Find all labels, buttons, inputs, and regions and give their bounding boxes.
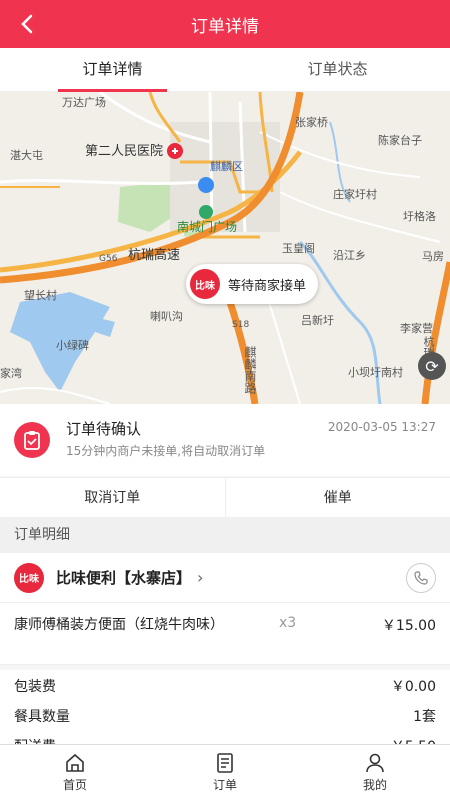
chevron-right-icon: › [197, 568, 204, 587]
merchant-logo: 比味 [190, 269, 220, 299]
map-label: 南城门广场 [177, 220, 238, 234]
tab-order-detail[interactable]: 订单详情 [0, 48, 225, 92]
map-label: 张家桥 [295, 116, 328, 129]
store-name: 比味便利【水寨店】 [56, 569, 192, 587]
status-time: 2020-03-05 13:27 [327, 420, 436, 434]
back-arrow-icon[interactable] [14, 10, 42, 38]
delivery-map[interactable]: 万达广场 湛大屯 第二人民医院 麒麟区 南城门广场 杭瑞高速 G56 张家桥 陈… [0, 92, 450, 404]
fee-value: ￥0.00 [390, 679, 436, 695]
map-label: 小坝圩南村 [348, 366, 403, 379]
store-row[interactable]: 比味 比味便利【水寨店】 › [0, 553, 450, 603]
nav-profile-label: 我的 [362, 778, 387, 792]
map-label: S18 [232, 320, 250, 330]
clipboard-check-icon [14, 422, 50, 458]
cancel-order-button[interactable]: 取消订单 [0, 478, 225, 517]
top-bar: 订单详情 [0, 0, 450, 48]
store-logo: 比味 [14, 562, 44, 593]
phone-icon[interactable] [406, 563, 436, 593]
status-title: 订单待确认 [66, 420, 142, 438]
map-label: 吕新圩 [301, 314, 334, 327]
tab-bar: 订单详情 订单状态 [0, 48, 450, 92]
bottom-nav: 首页 订单 我的 [0, 744, 450, 800]
map-label: 李家营 [400, 322, 433, 335]
nav-home-label: 首页 [62, 778, 87, 792]
map-label: 小绿碑 [56, 339, 89, 352]
bubble-status-text: 等待商家接单 [228, 278, 307, 294]
nav-home[interactable]: 首页 [0, 745, 150, 800]
user-icon [366, 753, 384, 773]
nav-orders-label: 订单 [212, 778, 237, 792]
fee-label: 餐具数量 [14, 709, 70, 725]
fee-label: 包装费 [14, 679, 56, 695]
locate-icon[interactable]: ⟳ [418, 352, 446, 380]
map-label: 第二人民医院 [85, 144, 164, 159]
nav-profile[interactable]: 我的 [300, 745, 450, 800]
order-list-icon [217, 753, 233, 773]
map-label: 望长村 [24, 289, 57, 302]
fee-row-packaging: 包装费 ￥0.00 [0, 670, 450, 700]
fee-value: 1套 [413, 709, 436, 725]
map-label: 马房 [422, 250, 444, 263]
order-item-row: 康师傅桶装方便面（红烧牛肉味） x3 ￥15.00 [0, 603, 450, 665]
order-status-card: 订单待确认 15分钟内商户未接单,将自动取消订单 2020-03-05 13:2… [0, 404, 450, 476]
map-label: 玉皇阁 [282, 242, 315, 255]
map-label: 万达广场 [62, 96, 106, 109]
map-label: G56 [99, 254, 118, 264]
section-title: 订单明细 [0, 517, 450, 553]
map-label: 麒麟区 [210, 160, 243, 173]
status-subtitle: 15分钟内商户未接单,将自动取消订单 [66, 444, 266, 458]
map-label: 圩格洛 [403, 210, 436, 223]
map-label: 沿江乡 [333, 249, 366, 262]
page-title: 订单详情 [191, 16, 259, 37]
home-icon [66, 753, 84, 772]
fee-row-utensils: 餐具数量 1套 [0, 700, 450, 730]
map-label: 杭瑞高速 [128, 248, 181, 263]
merchant-status-bubble[interactable]: 比味 等待商家接单 [186, 264, 319, 304]
nav-orders[interactable]: 订单 [150, 745, 300, 800]
item-price: ￥15.00 [381, 618, 436, 634]
map-label: 湛大屯 [10, 149, 43, 162]
tab-order-status[interactable]: 订单状态 [225, 48, 450, 91]
map-label: 麒麟南路 [243, 346, 257, 394]
urge-order-button[interactable]: 催单 [224, 478, 450, 517]
map-label: 陈家台子 [378, 134, 422, 147]
item-name: 康师傅桶装方便面（红烧牛肉味） [14, 617, 224, 633]
order-actions: 取消订单 催单 [0, 477, 450, 517]
item-quantity: x3 [279, 615, 297, 631]
map-label: 家湾 [0, 367, 22, 380]
map-label: 庄家圩村 [333, 188, 377, 201]
map-label: 喇叭沟 [150, 310, 183, 323]
